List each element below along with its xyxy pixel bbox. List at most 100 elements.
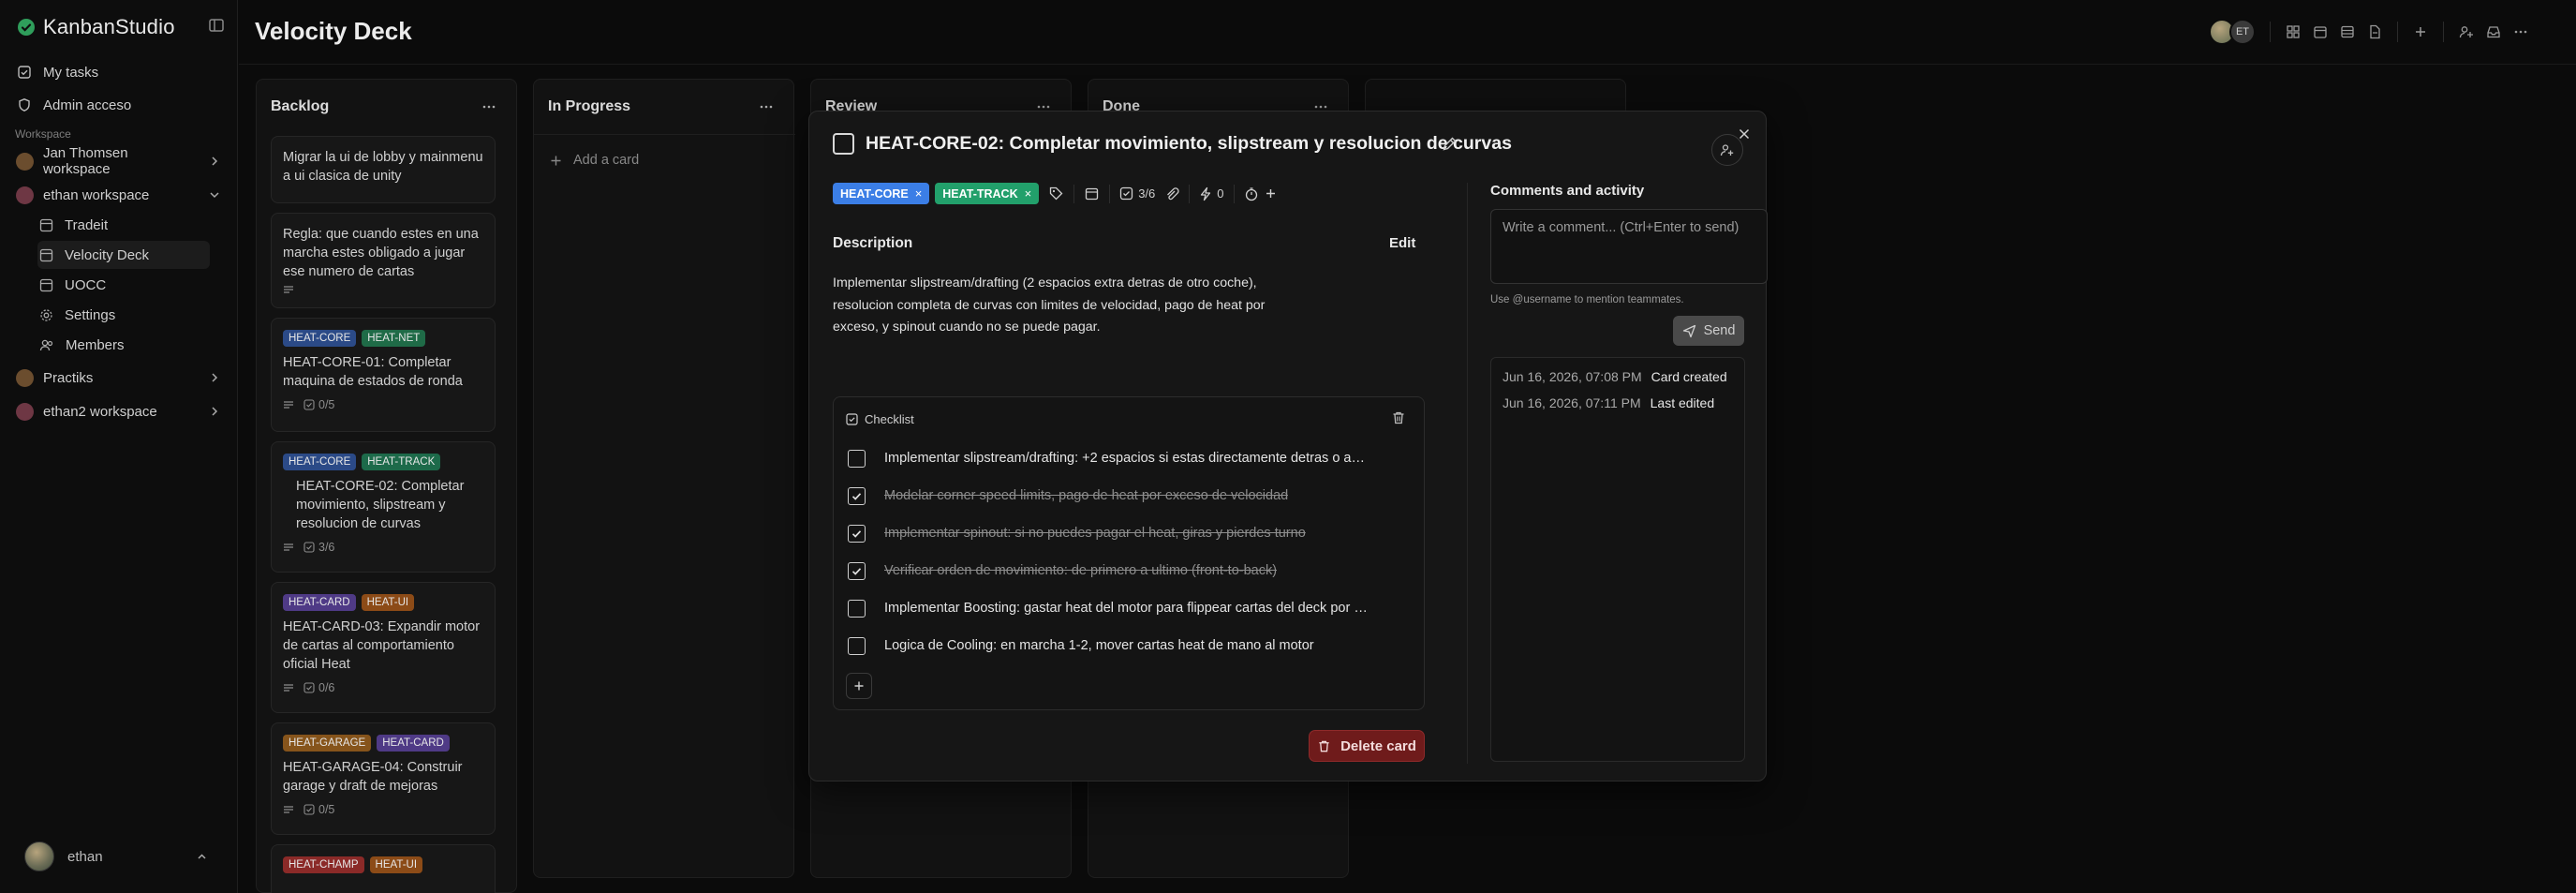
description-text[interactable]: Implementar slipstream/drafting (2 espac… <box>833 273 1282 339</box>
checklist-item[interactable]: Implementar Boosting: gastar heat del mo… <box>848 594 1400 622</box>
chevron-up-icon <box>198 853 206 859</box>
card[interactable]: HEAT-CORE HEAT-NET HEAT-CORE-01: Complet… <box>271 318 496 432</box>
workspace-avatar <box>16 186 34 204</box>
document-icon[interactable] <box>2366 23 2383 40</box>
board-icon <box>39 248 53 261</box>
checklist-checkbox[interactable] <box>848 449 866 468</box>
checklist-item[interactable]: Implementar spinout: si no puedes pagar … <box>848 519 1400 547</box>
checklist-checkbox[interactable] <box>848 524 866 543</box>
power-points[interactable]: 0 <box>1199 186 1224 201</box>
divider <box>1109 184 1111 203</box>
checklist-checkbox[interactable] <box>848 486 866 505</box>
column-title: Backlog <box>271 98 330 114</box>
remove-tag-icon[interactable]: × <box>915 186 923 201</box>
plus-icon[interactable] <box>1265 187 1277 200</box>
inbox-icon[interactable] <box>2485 23 2502 40</box>
more-icon[interactable] <box>2512 23 2529 40</box>
card[interactable]: HEAT-GARAGE HEAT-CARD HEAT-GARAGE-04: Co… <box>271 722 496 835</box>
workspace-practiks[interactable]: Practiks <box>13 364 225 392</box>
workspace-ethan2[interactable]: ethan2 workspace <box>13 397 225 425</box>
board-velocity-deck[interactable]: Velocity Deck <box>37 241 210 269</box>
remove-tag-icon[interactable]: × <box>1025 186 1032 201</box>
checklist-label: Checklist <box>865 412 914 426</box>
delete-card-button[interactable]: Delete card <box>1309 730 1425 762</box>
trash-icon <box>1319 740 1329 752</box>
divider <box>534 134 795 135</box>
assign-member-button[interactable] <box>1711 134 1743 166</box>
checklist-item[interactable]: Implementar slipstream/drafting: +2 espa… <box>848 444 1400 472</box>
edit-description-button[interactable]: Edit <box>1389 235 1415 251</box>
checklist-item[interactable]: Verificar orden de movimiento: de primer… <box>848 557 1400 585</box>
tag-heat-track[interactable]: HEAT-TRACK × <box>935 183 1040 204</box>
card[interactable]: HEAT-CORE HEAT-TRACK HEAT-CORE-02: Compl… <box>271 441 496 573</box>
member-avatar[interactable]: ET <box>2229 19 2256 45</box>
board-icon <box>39 218 53 231</box>
card[interactable]: HEAT-CARD HEAT-UI HEAT-CARD-03: Expandir… <box>271 582 496 713</box>
card-tags: HEAT-CHAMP HEAT-UI <box>272 856 495 873</box>
card-tags: HEAT-GARAGE HEAT-CARD <box>272 735 495 752</box>
send-comment-button[interactable]: Send <box>1673 316 1744 346</box>
chevron-right-icon <box>212 407 218 416</box>
more-icon[interactable] <box>758 98 775 115</box>
board-tradeit[interactable]: Tradeit <box>37 211 210 239</box>
shield-icon <box>19 98 30 112</box>
card[interactable]: HEAT-CHAMP HEAT-UI <box>271 844 496 893</box>
nav-admin-acceso[interactable]: Admin acceso <box>13 91 225 119</box>
check-icon <box>851 567 862 575</box>
checklist-checkbox[interactable] <box>848 599 866 618</box>
checklist-icon <box>303 804 315 815</box>
workspace-label: ethan workspace <box>43 186 150 203</box>
card-complete-checkbox[interactable] <box>833 133 854 155</box>
more-icon[interactable] <box>481 98 497 115</box>
trash-icon[interactable] <box>1391 410 1406 425</box>
checklist-count: 3/6 <box>318 541 335 554</box>
add-card-button[interactable]: Add a card <box>550 153 639 168</box>
paperclip-icon[interactable] <box>1164 186 1179 201</box>
tag-icon[interactable] <box>1048 186 1064 201</box>
divider <box>2443 22 2444 42</box>
checklist-item[interactable]: Logica de Cooling: en marcha 1-2, mover … <box>848 632 1400 660</box>
checklist-item[interactable]: Modelar corner speed limits, pago de hea… <box>848 482 1400 510</box>
timer-icon[interactable] <box>1244 186 1259 201</box>
checklist-progress[interactable]: 3/6 <box>1119 186 1155 201</box>
checklist-checkbox[interactable] <box>848 561 866 580</box>
tag-heat-core[interactable]: HEAT-CORE × <box>833 183 930 204</box>
board-uocc[interactable]: UOCC <box>37 271 210 299</box>
card[interactable]: Migrar la ui de lobby y mainmenu a ui cl… <box>271 136 496 203</box>
workspace-settings[interactable]: Settings <box>37 301 210 329</box>
tag: HEAT-UI <box>369 856 423 873</box>
workspace-section-label: Workspace <box>15 127 71 141</box>
plus-icon[interactable] <box>2412 23 2429 40</box>
calendar-icon[interactable] <box>2312 23 2329 40</box>
description-icon <box>284 806 293 813</box>
workspace-members[interactable]: Members <box>37 331 210 359</box>
card-title: HEAT-CORE-02: Completar movimiento, slip… <box>296 479 465 531</box>
nav-my-tasks[interactable]: My tasks <box>13 58 225 86</box>
comment-input[interactable]: Write a comment... (Ctrl+Enter to send) <box>1490 209 1768 284</box>
checklist-header: Checklist <box>846 412 914 426</box>
brand[interactable]: KanbanStudio <box>17 15 175 39</box>
workspace-jan-thomsen[interactable]: Jan Thomsen workspace <box>13 145 225 177</box>
workspace-ethan[interactable]: ethan workspace <box>13 181 225 209</box>
add-checklist-item-button[interactable] <box>846 673 872 699</box>
chevron-down-icon <box>210 192 219 199</box>
card-title[interactable]: HEAT-CORE-02: Completar movimiento, slip… <box>866 133 1512 155</box>
add-member-icon[interactable] <box>2458 23 2475 40</box>
checklist-checkbox[interactable] <box>848 636 866 655</box>
user-menu[interactable]: ethan <box>24 841 221 871</box>
card-meta <box>272 285 495 294</box>
board-view-icon[interactable] <box>2285 23 2302 40</box>
column-backlog: Backlog Migrar la ui de lobby y mainmenu… <box>256 79 517 893</box>
checklist-count: 0/5 <box>318 398 335 411</box>
tag: HEAT-CARD <box>377 735 450 752</box>
checklist-item-text: Modelar corner speed limits, pago de hea… <box>884 488 1289 503</box>
tag: HEAT-CORE <box>283 454 357 470</box>
table-view-icon[interactable] <box>2339 23 2356 40</box>
delete-card-label: Delete card <box>1340 737 1416 754</box>
card[interactable]: Regla: que cuando estes en una marcha es… <box>271 213 496 308</box>
sidebar-collapse-icon[interactable] <box>208 17 225 34</box>
calendar-icon[interactable] <box>1084 186 1100 201</box>
header-toolbar: ET <box>2209 19 2529 45</box>
pencil-icon[interactable] <box>1441 135 1458 153</box>
comment-hint: Use @username to mention teammates. <box>1490 294 1684 305</box>
